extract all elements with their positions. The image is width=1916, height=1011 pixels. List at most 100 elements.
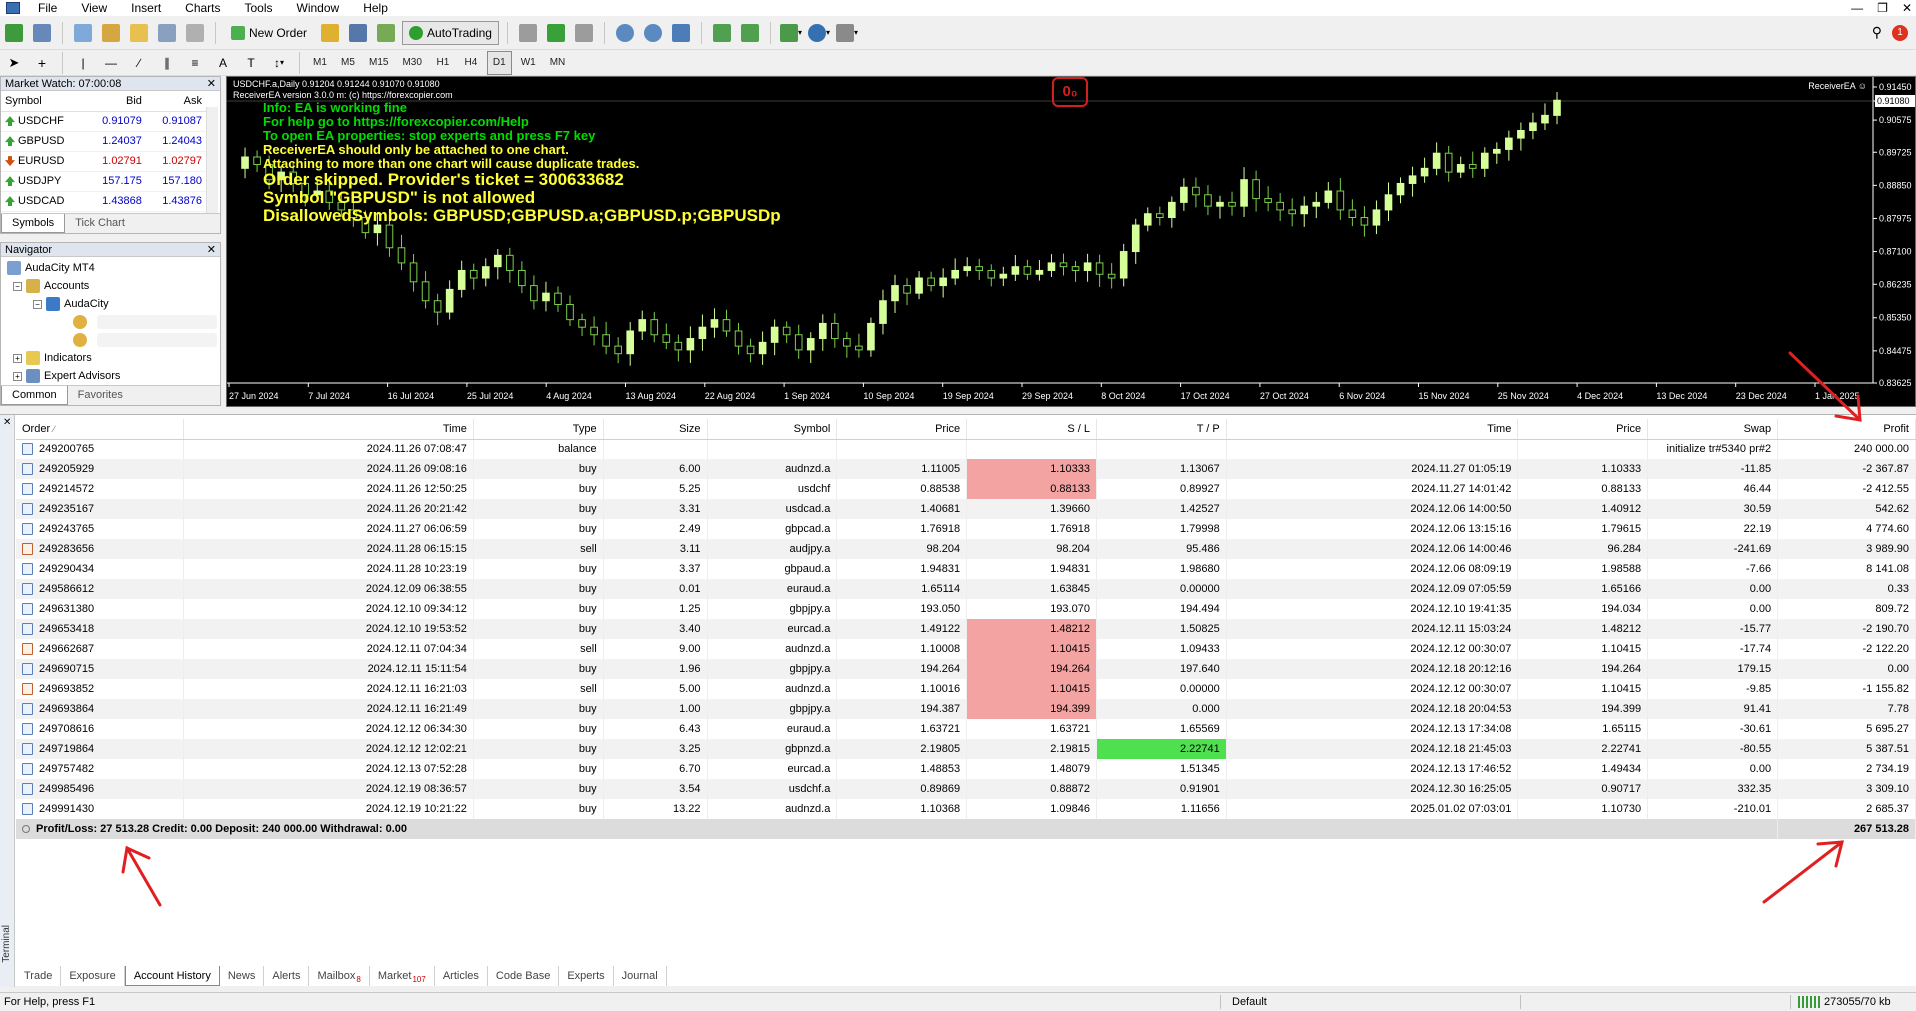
timeframe-mn[interactable]: MN [545,51,571,75]
tab-journal[interactable]: Journal [614,966,667,986]
chart-ea-label[interactable]: ReceiverEA ☺ [1808,81,1867,91]
collapse-icon[interactable]: − [13,281,22,291]
menu-insert[interactable]: Insert [119,0,173,16]
vps-button[interactable] [374,21,398,45]
column-header-order[interactable]: Order ∕ [16,419,185,440]
timeframe-h1[interactable]: H1 [431,51,455,75]
market-watch-row[interactable]: EURUSD 1.02791 1.02797 [1,151,206,172]
candlestick-button[interactable] [544,21,568,45]
tab-mailbox[interactable]: Mailbox8 [309,966,370,986]
minimize-icon[interactable]: — [1851,0,1863,16]
menu-file[interactable]: File [26,0,69,16]
zoom-in-button[interactable] [613,21,637,45]
column-header-symbol[interactable]: Symbol [707,419,838,440]
tab-market[interactable]: Market107 [370,966,435,986]
navigator-button[interactable] [127,21,151,45]
table-row[interactable]: 249214572 2024.11.26 12:50:25 buy 5.25 usdch… [16,479,1916,499]
vertical-line-button[interactable]: | [71,51,95,75]
market-watch-row[interactable]: USDCAD 1.43868 1.43876 [1,191,206,212]
table-row[interactable]: 249283656 2024.11.28 06:15:15 sell 3.11 audj… [16,539,1916,559]
close-icon[interactable]: ✕ [1902,0,1912,16]
table-row[interactable]: 249690715 2024.12.11 15:11:54 buy 1.96 gbpjp… [16,659,1916,679]
signals-button[interactable] [346,21,370,45]
column-header-price[interactable]: Price [836,419,968,440]
crosshair-button[interactable]: + [30,51,54,75]
close-icon[interactable]: ✕ [207,77,216,91]
table-row[interactable]: 249653418 2024.12.10 19:53:52 buy 3.40 eurca… [16,619,1916,639]
tab-alerts[interactable]: Alerts [264,966,310,986]
menu-view[interactable]: View [69,0,119,16]
table-row[interactable]: 249200765 2024.11.26 07:08:47 balance initi… [16,439,1916,459]
close-icon[interactable]: ✕ [207,243,216,257]
nav-item-server[interactable]: − AudaCity [7,295,220,313]
table-row[interactable]: 249719864 2024.12.12 12:02:21 buy 3.25 gbpnz… [16,739,1916,759]
line-chart-button[interactable] [572,21,596,45]
column-header-time[interactable]: Time [183,419,474,440]
cursor-button[interactable]: ➤ [2,51,26,75]
table-row[interactable]: 249235167 2024.11.26 20:21:42 buy 3.31 usdca… [16,499,1916,519]
timeframe-w1[interactable]: W1 [516,51,541,75]
chart-shift-button[interactable] [738,21,762,45]
tab-code-base[interactable]: Code Base [488,966,560,986]
column-header-type[interactable]: Type [473,419,604,440]
column-header-bid[interactable]: Bid [85,91,146,112]
tab-common[interactable]: Common [1,386,68,405]
tab-trade[interactable]: Trade [16,966,62,986]
text-label-button[interactable]: T [239,51,263,75]
status-connection[interactable]: 273055/70 kb [1798,993,1891,1011]
table-row[interactable]: 249243765 2024.11.27 06:06:59 buy 2.49 gbpca… [16,519,1916,539]
restore-icon[interactable]: ❐ [1877,0,1888,16]
expand-icon[interactable]: + [13,353,22,363]
column-header-tp[interactable]: T / P [1096,419,1227,440]
timeframe-m30[interactable]: M30 [397,51,426,75]
terminal-button[interactable] [155,21,179,45]
channel-button[interactable]: ∥ [155,51,179,75]
table-row[interactable]: 249662687 2024.12.11 07:04:34 sell 9.00 audn… [16,639,1916,659]
zoom-out-button[interactable] [641,21,665,45]
column-header-size[interactable]: Size [603,419,708,440]
column-header-sl[interactable]: S / L [966,419,1097,440]
column-header-swap[interactable]: Swap [1647,419,1779,440]
market-watch-button[interactable] [71,21,95,45]
timeframe-h4[interactable]: H4 [459,51,483,75]
tab-symbols[interactable]: Symbols [1,214,66,233]
market-watch-row[interactable]: GBPUSD 1.24037 1.24043 [1,131,206,152]
notification-badge[interactable]: 1 [1892,24,1908,41]
new-chart-button[interactable] [2,21,26,45]
tab-articles[interactable]: Articles [435,966,488,986]
fibonacci-button[interactable]: ≡ [183,51,207,75]
metaeditor-button[interactable] [318,21,342,45]
table-row[interactable]: 249693852 2024.12.11 16:21:03 sell 5.00 audn… [16,679,1916,699]
horizontal-line-button[interactable]: — [99,51,123,75]
close-icon[interactable]: ✕ [3,417,11,428]
column-header-ask[interactable]: Ask [145,91,206,112]
menu-window[interactable]: Window [285,0,352,16]
market-watch-row[interactable]: USDJPY 157.175 157.180 [1,171,206,192]
tab-tick-chart[interactable]: Tick Chart [65,214,135,233]
nav-item-expert-advisors[interactable]: + Expert Advisors [7,367,220,385]
menu-charts[interactable]: Charts [173,0,232,16]
periods-button[interactable]: ▾ [807,21,831,45]
autotrading-button[interactable]: AutoTrading [402,20,499,45]
tab-favorites[interactable]: Favorites [68,386,133,405]
search-icon[interactable]: ⚲ [1872,24,1882,41]
column-header-close-time[interactable]: Time [1226,419,1519,440]
new-order-button[interactable]: New Order [224,21,314,45]
tab-news[interactable]: News [220,966,265,986]
auto-scroll-button[interactable] [710,21,734,45]
strategy-tester-button[interactable] [183,21,207,45]
tab-account-history[interactable]: Account History [124,966,220,986]
text-button[interactable]: A [211,51,235,75]
tab-exposure[interactable]: Exposure [61,966,125,986]
tab-experts[interactable]: Experts [559,966,614,986]
table-row[interactable]: 249708616 2024.12.12 06:34:30 buy 6.43 eurau… [16,719,1916,739]
table-row[interactable]: 249631380 2024.12.10 09:34:12 buy 1.25 gbpjp… [16,599,1916,619]
column-header-profit[interactable]: Profit [1777,419,1916,440]
table-row[interactable]: 249586612 2024.12.09 06:38:55 buy 0.01 eurau… [16,579,1916,599]
timeframe-m15[interactable]: M15 [364,51,393,75]
profiles-button[interactable] [30,21,54,45]
column-header-close-price[interactable]: Price [1517,419,1649,440]
nav-item-broker[interactable]: AudaCity MT4 [7,259,220,277]
collapse-icon[interactable]: − [33,299,42,309]
table-row[interactable]: 249757482 2024.12.13 07:52:28 buy 6.70 eurca… [16,759,1916,779]
